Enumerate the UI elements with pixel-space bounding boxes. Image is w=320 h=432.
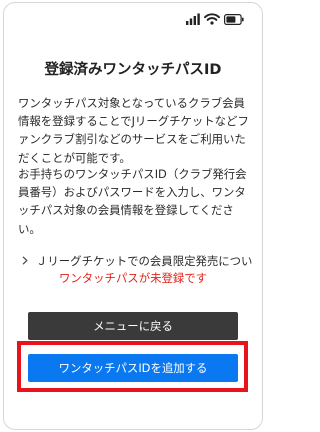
add-one-touch-pass-id-button[interactable]: ワンタッチパスIDを追加する	[28, 354, 238, 382]
add-one-touch-pass-id-button-label: ワンタッチパスIDを追加する	[58, 361, 208, 375]
member-sale-info-link-label: Ｊリーグチケットでの会員限定発売について	[36, 254, 252, 268]
back-to-menu-button[interactable]: メニューに戻る	[28, 312, 238, 340]
back-to-menu-button-label: メニューに戻る	[93, 319, 173, 333]
wifi-icon	[204, 13, 220, 25]
chevron-right-icon	[22, 254, 28, 268]
member-sale-info-link[interactable]: Ｊリーグチケットでの会員限定発売について	[22, 252, 252, 270]
instruction-paragraph: お手持ちのワンタッチパスID（クラブ発行会員番号）およびパスワードを入力し、ワン…	[18, 167, 247, 236]
battery-icon	[224, 13, 244, 25]
page-title: 登録済みワンタッチパスID	[44, 62, 222, 78]
status-bar	[186, 11, 244, 27]
signal-icon	[186, 13, 200, 25]
error-message: ワンタッチパスが未登録です	[58, 271, 208, 285]
description-paragraph: ワンタッチパス対象となっているクラブ会員情報を登録することでJリーグチケットなど…	[18, 96, 249, 165]
